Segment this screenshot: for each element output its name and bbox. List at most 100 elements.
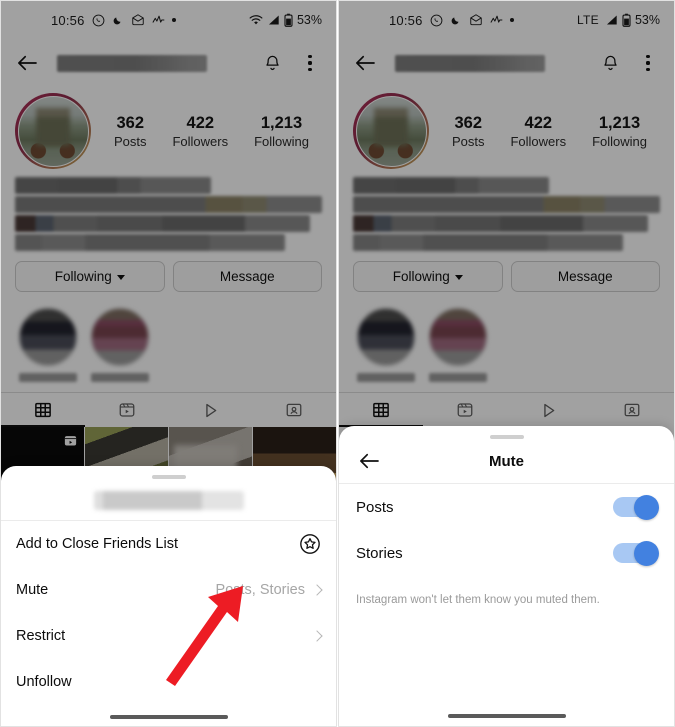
mute-row-stories[interactable]: Stories [339,530,674,576]
toggle-knob [634,540,659,566]
right-phone-panel: 10:56 LTE 53% 362 Posts 422 Followers 1,… [338,0,675,727]
pulse-icon [490,15,503,26]
moon-icon [450,14,462,26]
reels-tab[interactable] [85,393,169,427]
sheet-grabber[interactable] [151,475,186,479]
right-status-bar: 10:56 LTE 53% [339,1,674,39]
menu-item-unfollow[interactable]: Unfollow [1,659,336,705]
reels-icon [119,403,135,417]
avatar[interactable] [15,93,91,169]
profile-bio-redacted [339,173,674,251]
mute-row-posts[interactable]: Posts [339,484,674,530]
reels-tab[interactable] [423,393,507,427]
battery-percent: 53% [634,13,660,27]
following-button[interactable]: Following [15,261,165,292]
bell-icon[interactable] [258,49,286,77]
message-button-label: Message [557,269,613,284]
profile-stats: 362 Posts 422 Followers 1,213 Following [101,113,322,150]
tagged-icon [624,403,640,417]
status-time: 10:56 [389,12,423,28]
back-arrow-icon[interactable] [13,49,41,77]
whatsapp-icon [92,14,105,27]
avatar-image [355,95,427,167]
highlight-cover [357,308,415,366]
profile-stats: 362 Posts 422 Followers 1,213 Following [439,113,660,150]
mute-sheet-header: Mute [339,439,674,483]
chevron-down-icon [454,275,463,280]
message-button[interactable]: Message [510,261,660,292]
menu-item-label: Unfollow [16,674,72,690]
menu-item-add-close-friends[interactable]: Add to Close Friends List [1,521,336,567]
dot-icon [171,18,176,22]
stat-posts[interactable]: 362 Posts [452,113,485,150]
reels-badge-icon [63,433,78,448]
pulse-icon [152,15,165,26]
highlight-label-redacted [19,373,77,382]
highlight-item[interactable] [357,308,415,382]
menu-item-mute[interactable]: Mute Posts, Stories [1,567,336,613]
stat-followers[interactable]: 422 Followers [510,113,566,150]
posts-toggle[interactable] [613,494,659,520]
highlight-item[interactable] [429,308,487,382]
stat-followers-count: 422 [186,113,215,132]
right-profile-actions: Following Message [339,253,674,296]
video-tab[interactable] [507,393,591,427]
video-tab[interactable] [169,393,253,427]
kebab-menu-icon[interactable] [296,49,324,77]
chevron-down-icon [116,275,125,280]
stat-following-label: Following [254,134,309,150]
home-indicator [447,714,566,718]
bio-line [353,196,660,213]
highlight-label-redacted [357,373,415,382]
bio-line [15,196,322,213]
menu-item-label: Mute [16,582,49,598]
menu-item-restrict[interactable]: Restrict [1,613,336,659]
stat-following-count: 1,213 [598,113,641,132]
stat-following-label: Following [592,134,647,150]
left-profile-tabs [1,392,336,427]
avatar-image [17,95,89,167]
stat-posts-count: 362 [454,113,482,132]
message-button[interactable]: Message [172,261,322,292]
kebab-menu-icon[interactable] [634,49,662,77]
stat-followers-count: 422 [524,113,553,132]
left-phone-panel: 10:56 53% 362 Posts 422 Followers 1,213 … [0,0,337,727]
stat-posts-label: Posts [451,134,485,150]
avatar[interactable] [353,93,429,169]
following-button-label: Following [54,269,112,284]
tagged-tab[interactable] [590,393,674,427]
stories-toggle[interactable] [613,540,659,566]
profile-options-sheet: Add to Close Friends List Mute Posts, St… [1,466,336,726]
stat-following[interactable]: 1,213 Following [254,113,309,150]
stat-posts[interactable]: 362 Posts [114,113,147,150]
highlight-item[interactable] [19,308,77,382]
left-profile-header: 362 Posts 422 Followers 1,213 Following [1,87,336,173]
right-app-bar [339,39,674,87]
bell-icon[interactable] [596,49,624,77]
tagged-tab[interactable] [252,393,336,427]
grid-tab[interactable] [1,393,85,427]
menu-item-trailing [311,630,323,642]
stat-followers[interactable]: 422 Followers [172,113,228,150]
story-highlights [339,296,674,386]
dot-icon [509,18,514,22]
signal-icon [267,14,280,26]
battery-percent: 53% [296,13,322,27]
play-icon [206,403,217,417]
status-right-group: 53% [249,13,322,27]
left-profile-actions: Following Message [1,253,336,296]
stat-posts-label: Posts [113,134,147,150]
following-button-label: Following [392,269,450,284]
highlight-item[interactable] [91,308,149,382]
grid-tab[interactable] [339,393,423,427]
mute-sheet-title: Mute [489,452,524,470]
home-indicator [109,715,228,719]
back-arrow-icon[interactable] [351,49,379,77]
bio-line [15,215,310,232]
wifi-icon [249,14,263,26]
bio-line [353,215,648,232]
following-button[interactable]: Following [353,261,503,292]
close-friends-star-icon [299,533,321,555]
status-right-group: LTE 53% [577,13,660,27]
stat-following[interactable]: 1,213 Following [592,113,647,150]
